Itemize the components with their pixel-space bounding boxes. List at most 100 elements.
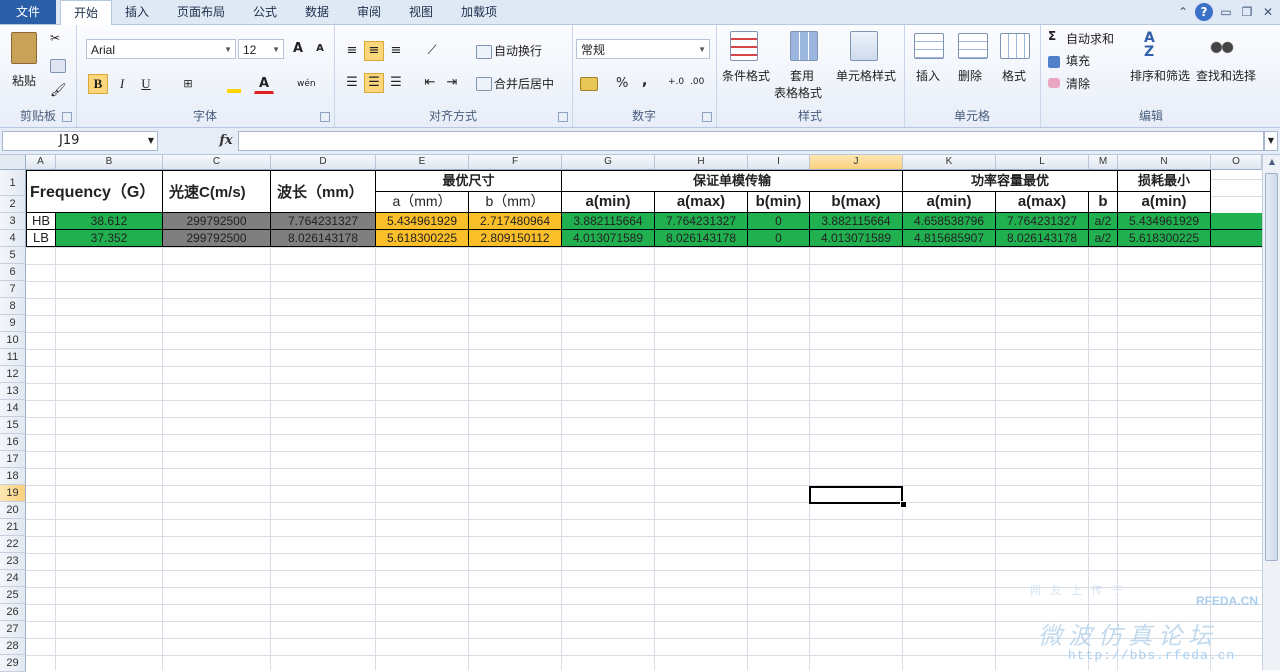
active-cell-j19[interactable] xyxy=(809,486,903,504)
sort-filter-button[interactable]: 排序和筛选 xyxy=(1130,67,1190,84)
find-select-button[interactable]: 查找和选择 xyxy=(1196,67,1256,84)
increase-decimal-button[interactable]: +.0 xyxy=(668,77,684,87)
column-header-f[interactable]: F xyxy=(469,155,562,170)
row-header-11[interactable]: 11 xyxy=(0,349,26,366)
table-cell-fill[interactable] xyxy=(1211,230,1262,247)
row-header-6[interactable]: 6 xyxy=(0,264,26,281)
insert-cells-button[interactable]: 插入 xyxy=(916,67,940,84)
clear-button[interactable]: 清除 xyxy=(1066,75,1090,92)
row-header-24[interactable]: 24 xyxy=(0,570,26,587)
row-header-4[interactable]: 4 xyxy=(0,230,26,247)
grow-font-button[interactable]: A xyxy=(288,39,308,59)
table-cell[interactable]: 5.618300225 xyxy=(1118,230,1211,247)
merge-center-button[interactable]: 合并后居中 xyxy=(494,75,554,92)
tab-home[interactable]: 开始 xyxy=(60,0,112,26)
shrink-font-button[interactable]: A xyxy=(310,39,330,59)
sub-header-b-mm[interactable]: b（mm） xyxy=(469,192,562,213)
row-header-18[interactable]: 18 xyxy=(0,468,26,485)
percent-button[interactable]: % xyxy=(616,76,628,91)
table-cell[interactable]: 299792500 xyxy=(163,213,271,230)
sub-header-pc-b[interactable]: b xyxy=(1089,192,1118,213)
row-header-9[interactable]: 9 xyxy=(0,315,26,332)
insert-function-button[interactable]: fx xyxy=(215,131,237,151)
table-cell[interactable]: 2.717480964 xyxy=(469,213,562,230)
row-header-5[interactable]: 5 xyxy=(0,247,26,264)
decrease-indent-icon[interactable]: ⇤ xyxy=(420,73,440,93)
table-cell[interactable]: 4.013071589 xyxy=(562,230,655,247)
table-cell[interactable]: 4.013071589 xyxy=(810,230,903,247)
align-right-icon[interactable]: ☰ xyxy=(386,73,406,93)
row-header-27[interactable]: 27 xyxy=(0,621,26,638)
frequency-header[interactable]: Frequency（G） xyxy=(26,170,163,213)
sub-header-sm-b-min[interactable]: b(min) xyxy=(748,192,810,213)
row-header-12[interactable]: 12 xyxy=(0,366,26,383)
copy-icon[interactable] xyxy=(50,59,66,73)
column-header-e[interactable]: E xyxy=(376,155,469,170)
minimize-icon[interactable]: ▭ xyxy=(1217,3,1235,21)
column-header-h[interactable]: H xyxy=(655,155,748,170)
table-cell[interactable]: 4.658538796 xyxy=(903,213,996,230)
scroll-up-icon[interactable]: ▲ xyxy=(1265,157,1279,169)
optimal-size-header[interactable]: 最优尺寸 xyxy=(376,170,562,192)
conditional-format-button[interactable]: 条件格式 xyxy=(722,67,770,84)
help-icon[interactable]: ? xyxy=(1195,3,1213,21)
row-header-29[interactable]: 29 xyxy=(0,655,26,672)
table-cell[interactable]: 7.764231327 xyxy=(271,213,376,230)
align-bottom-icon[interactable]: ≡ xyxy=(386,41,406,61)
sub-header-sm-b-max[interactable]: b(max) xyxy=(810,192,903,213)
tab-formulas[interactable]: 公式 xyxy=(242,0,288,24)
scrollbar-thumb[interactable] xyxy=(1265,173,1278,561)
tab-data[interactable]: 数据 xyxy=(294,0,340,24)
table-cell[interactable]: a/2 xyxy=(1089,230,1118,247)
min-loss-header[interactable]: 损耗最小 xyxy=(1118,170,1211,192)
power-capacity-header[interactable]: 功率容量最优 xyxy=(903,170,1118,192)
select-all-corner[interactable] xyxy=(0,155,26,170)
column-header-a[interactable]: A xyxy=(26,155,56,170)
table-cell[interactable]: 8.026143178 xyxy=(996,230,1089,247)
row-header-16[interactable]: 16 xyxy=(0,434,26,451)
vertical-scrollbar[interactable]: ▲ xyxy=(1262,155,1280,670)
column-header-o[interactable]: O xyxy=(1211,155,1262,170)
font-launcher-icon[interactable] xyxy=(320,112,330,122)
restore-icon[interactable]: ❐ xyxy=(1238,3,1256,21)
increase-indent-icon[interactable]: ⇥ xyxy=(442,73,462,93)
sub-header-pc-a-min[interactable]: a(min) xyxy=(903,192,996,213)
underline-button[interactable]: U xyxy=(136,74,156,94)
row-header-10[interactable]: 10 xyxy=(0,332,26,349)
row-header-13[interactable]: 13 xyxy=(0,383,26,400)
column-header-k[interactable]: K xyxy=(903,155,996,170)
table-cell[interactable]: a/2 xyxy=(1089,213,1118,230)
row-header-2[interactable]: 2 xyxy=(0,196,26,213)
table-cell[interactable]: 5.434961929 xyxy=(1118,213,1211,230)
table-cell[interactable]: 7.764231327 xyxy=(655,213,748,230)
sub-header-pc-a-max[interactable]: a(max) xyxy=(996,192,1089,213)
comma-button[interactable]: , xyxy=(642,73,647,89)
sub-header-sm-a-max[interactable]: a(max) xyxy=(655,192,748,213)
autosum-button[interactable]: 自动求和 xyxy=(1066,30,1114,47)
fill-handle[interactable] xyxy=(900,501,907,508)
row-header-22[interactable]: 22 xyxy=(0,536,26,553)
row-header-25[interactable]: 25 xyxy=(0,587,26,604)
column-header-n[interactable]: N xyxy=(1118,155,1211,170)
tab-page-layout[interactable]: 页面布局 xyxy=(168,0,234,24)
table-cell[interactable]: 5.618300225 xyxy=(376,230,469,247)
expand-formula-icon[interactable]: ▼ xyxy=(1264,131,1278,151)
sub-header-ml-a-min[interactable]: a(min) xyxy=(1118,192,1211,213)
italic-button[interactable]: I xyxy=(112,74,132,94)
orientation-icon[interactable]: ⟋ xyxy=(422,41,442,61)
wrap-text-button[interactable]: 自动换行 xyxy=(494,42,542,59)
column-header-d[interactable]: D xyxy=(271,155,376,170)
fill-color-icon[interactable] xyxy=(224,74,244,94)
borders-icon[interactable]: ⊞ xyxy=(178,74,198,94)
row-header-8[interactable]: 8 xyxy=(0,298,26,315)
row-header-14[interactable]: 14 xyxy=(0,400,26,417)
close-icon[interactable]: ✕ xyxy=(1259,3,1277,21)
column-header-l[interactable]: L xyxy=(996,155,1089,170)
tab-file[interactable]: 文件 xyxy=(0,0,56,24)
fill-button[interactable]: 填充 xyxy=(1066,52,1090,69)
alignment-launcher-icon[interactable] xyxy=(558,112,568,122)
table-cell-fill[interactable] xyxy=(1211,213,1262,230)
tab-insert[interactable]: 插入 xyxy=(114,0,160,24)
row-header-17[interactable]: 17 xyxy=(0,451,26,468)
table-cell[interactable]: 37.352 xyxy=(56,230,163,247)
